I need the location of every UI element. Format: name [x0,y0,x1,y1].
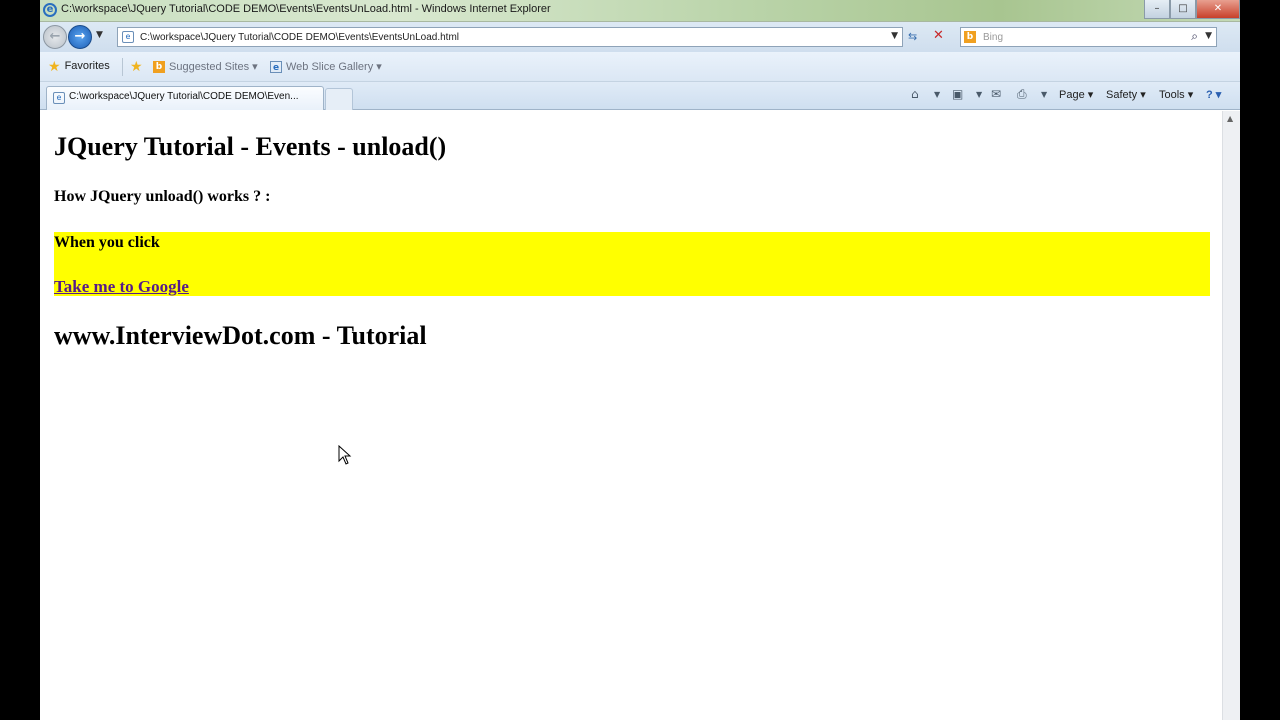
scroll-up-icon[interactable]: ▲ [1227,114,1233,123]
title-bar: e C:\workspace\JQuery Tutorial\CODE DEMO… [40,0,1240,22]
suggested-sites-link[interactable]: b Suggested Sites ▾ [153,60,258,73]
divider [122,58,123,76]
address-bar: e ▼ [117,27,903,47]
bing-icon: b [153,60,165,73]
page-menu[interactable]: Page ▾ [1059,88,1093,101]
window-controls: – □ ✕ [1144,0,1240,19]
recent-pages-dropdown-icon[interactable]: ▼ [96,30,103,40]
favorites-button[interactable]: ★ Favorites [48,58,110,74]
suggested-sites-label: Suggested Sites ▾ [169,61,258,73]
web-slice-gallery-label: Web Slice Gallery ▾ [286,61,382,73]
feeds-icon[interactable]: ▣ [952,87,963,101]
home-dropdown-icon[interactable]: ▼ [934,90,940,99]
search-input[interactable] [983,30,1183,44]
browser-window: e C:\workspace\JQuery Tutorial\CODE DEMO… [40,0,1240,720]
highlight-text: When you click [54,234,160,251]
forward-button[interactable]: → [68,25,92,49]
print-icon[interactable]: ⎙ [1017,87,1027,102]
page-icon: e [122,31,134,43]
tab-active[interactable]: e C:\workspace\JQuery Tutorial\CODE DEMO… [46,86,324,110]
tools-menu[interactable]: Tools ▾ [1159,88,1193,101]
url-input[interactable] [140,30,880,44]
feeds-dropdown-icon[interactable]: ▼ [976,90,982,99]
web-slice-gallery-link[interactable]: e Web Slice Gallery ▾ [270,60,382,73]
favorites-bar: ★ Favorites ★ b Suggested Sites ▾ e Web … [40,52,1240,82]
highlight-box: When you click Take me to Google [54,232,1210,296]
ie-icon: e [43,3,57,17]
window-title: C:\workspace\JQuery Tutorial\CODE DEMO\E… [61,3,551,15]
star-icon: ★ [48,58,61,74]
print-dropdown-icon[interactable]: ▼ [1041,90,1047,99]
new-tab-button[interactable] [325,88,353,110]
footer-heading: www.InterviewDot.com - Tutorial [54,321,427,350]
page-icon: e [53,92,65,104]
page-content: JQuery Tutorial - Events - unload() How … [40,111,1222,720]
home-icon[interactable]: ⌂ [911,87,919,101]
tab-label: C:\workspace\JQuery Tutorial\CODE DEMO\E… [69,91,299,102]
google-link[interactable]: Take me to Google [54,277,189,297]
address-toolbar: ← → ▼ e ▼ ⇆ ✕ b ⌕ ▼ [40,22,1240,52]
address-dropdown-icon[interactable]: ▼ [891,31,898,41]
search-icon[interactable]: ⌕ [1191,29,1198,44]
search-box: b ⌕ ▼ [960,27,1217,47]
mouse-cursor-icon [338,445,352,465]
help-menu[interactable]: ? ▾ [1206,88,1221,101]
tab-bar: e C:\workspace\JQuery Tutorial\CODE DEMO… [40,82,1240,110]
maximize-button[interactable]: □ [1170,0,1196,19]
page-icon: e [270,60,282,73]
stop-icon[interactable]: ✕ [933,28,944,43]
add-favorite-button[interactable]: ★ [130,58,143,74]
safety-menu[interactable]: Safety ▾ [1106,88,1146,101]
mail-icon[interactable]: ✉ [991,87,1001,101]
page-subtitle: How JQuery unload() works ? : [54,188,271,205]
bing-icon: b [964,31,976,43]
compatibility-view-icon[interactable]: ⇆ [908,30,917,43]
search-dropdown-icon[interactable]: ▼ [1205,31,1212,41]
favorites-label: Favorites [64,60,110,72]
page-title: JQuery Tutorial - Events - unload() [54,132,447,161]
add-favorite-icon: ★ [130,58,143,74]
back-button[interactable]: ← [43,25,67,49]
close-button[interactable]: ✕ [1196,0,1240,19]
minimize-button[interactable]: – [1144,0,1170,19]
vertical-scrollbar[interactable]: ▲ [1222,111,1240,720]
